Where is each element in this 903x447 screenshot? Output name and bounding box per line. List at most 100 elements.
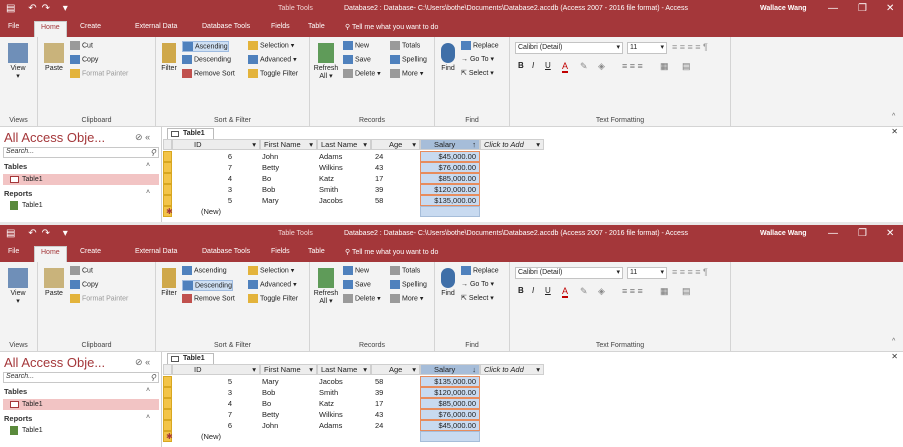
paste-button[interactable]: Paste (42, 43, 66, 72)
italic-button[interactable]: I (532, 286, 534, 295)
nav-search-input[interactable]: Search... ⚲ (3, 372, 159, 383)
underline-button[interactable]: U (545, 286, 551, 295)
cell-last[interactable]: Smith (319, 387, 371, 398)
list-buttons[interactable]: ≡ ≡ ≡ ≡ ¶ (672, 42, 708, 52)
find-button[interactable]: Find (438, 43, 458, 72)
cut-button[interactable]: Cut (70, 266, 93, 275)
record-selector[interactable] (163, 376, 172, 387)
bold-button[interactable]: B (518, 61, 524, 70)
advanced-button[interactable]: Advanced ▾ (248, 280, 297, 289)
remove-sort-button[interactable]: Remove Sort (182, 69, 235, 78)
cell-last[interactable]: Jacobs (319, 195, 371, 206)
cell-last[interactable]: Smith (319, 184, 371, 195)
alternate-row-color-icon[interactable]: ▤ (682, 286, 691, 297)
collapse-ribbon-icon[interactable]: ^ (892, 113, 895, 120)
cell-first[interactable]: Bob (262, 387, 317, 398)
user-name[interactable]: Wallace Wang (760, 5, 807, 12)
gridlines-icon[interactable]: ▦ (660, 286, 669, 297)
tab-database-tools[interactable]: Database Tools (202, 23, 250, 30)
delete-record-button[interactable]: Delete ▾ (343, 69, 381, 78)
cell-last[interactable]: Wilkins (319, 409, 371, 420)
cell-age[interactable]: 43 (375, 162, 424, 173)
cell-id[interactable]: 4 (172, 173, 232, 184)
collapse-ribbon-icon[interactable]: ^ (892, 338, 895, 345)
paste-button[interactable]: Paste (42, 268, 66, 297)
replace-button[interactable]: Replace (461, 266, 499, 275)
cell-salary[interactable]: $45,000.00 (420, 151, 480, 162)
cell-salary-new[interactable] (420, 431, 480, 442)
new-record-button[interactable]: New (343, 41, 369, 50)
restore-icon[interactable]: ❐ (858, 3, 867, 14)
cell-id[interactable]: 7 (172, 409, 232, 420)
totals-button[interactable]: Totals (390, 266, 420, 275)
select-button[interactable]: ⇱ Select ▾ (461, 69, 494, 77)
column-header-last-name[interactable]: Last Name ▾ (317, 364, 371, 375)
goto-button[interactable]: → Go To ▾ (461, 55, 494, 63)
tab-home[interactable]: Home (34, 21, 67, 37)
record-selector[interactable] (163, 409, 172, 420)
selection-button[interactable]: Selection ▾ (248, 266, 294, 275)
column-header-age[interactable]: Age ▾ (371, 139, 420, 150)
descending-button[interactable]: Descending (182, 280, 233, 291)
minimize-icon[interactable]: — (828, 228, 838, 239)
record-selector[interactable] (163, 162, 172, 173)
font-color-button[interactable]: A (562, 286, 569, 298)
close-document-icon[interactable]: ✕ (891, 127, 898, 136)
font-size-select[interactable]: 11 ▾ (627, 267, 667, 279)
tab-fields[interactable]: Fields (271, 248, 290, 255)
filter-button[interactable]: Filter (158, 268, 180, 297)
cell-salary[interactable]: $85,000.00 (420, 173, 480, 184)
spelling-button[interactable]: Spelling (390, 280, 427, 289)
fill-color-icon[interactable]: ◈ (598, 286, 605, 297)
cell-age[interactable]: 58 (375, 376, 424, 387)
cell-id[interactable]: 6 (172, 420, 232, 431)
cell-id[interactable]: 4 (172, 398, 232, 409)
tab-external-data[interactable]: External Data (135, 248, 177, 255)
cell-age[interactable]: 17 (375, 173, 424, 184)
column-header-salary[interactable]: Salary ↓ (420, 364, 480, 375)
fill-color-icon[interactable]: ◈ (598, 61, 605, 72)
cell-salary[interactable]: $120,000.00 (420, 387, 480, 398)
tab-file[interactable]: File (8, 248, 19, 255)
tab-external-data[interactable]: External Data (135, 23, 177, 30)
delete-record-button[interactable]: Delete ▾ (343, 294, 381, 303)
cell-first[interactable]: John (262, 420, 317, 431)
nav-item-report-table1[interactable]: Table1 (3, 425, 159, 436)
save-record-button[interactable]: Save (343, 280, 371, 289)
tell-me-box[interactable]: ⚲ Tell me what you want to do (345, 248, 438, 256)
new-record-label[interactable]: (New) (201, 431, 221, 442)
record-selector[interactable] (163, 387, 172, 398)
cell-age[interactable]: 17 (375, 398, 424, 409)
list-buttons[interactable]: ≡ ≡ ≡ ≡ ¶ (672, 267, 708, 277)
cell-salary[interactable]: $76,000.00 (420, 162, 480, 173)
tab-file[interactable]: File (8, 23, 19, 30)
chevron-down-circle-icon[interactable]: ⊘ (135, 357, 143, 367)
close-icon[interactable]: ✕ (886, 3, 894, 14)
nav-section-tables[interactable]: Tables (4, 387, 27, 396)
minimize-icon[interactable]: — (828, 3, 838, 14)
view-button[interactable]: View ▾ (4, 43, 32, 80)
document-tab-table1[interactable]: Table1 (167, 353, 214, 364)
copy-button[interactable]: Copy (70, 55, 98, 64)
tab-table[interactable]: Table (308, 23, 325, 30)
cell-salary[interactable]: $45,000.00 (420, 420, 480, 431)
column-header-id[interactable]: ID ▾ (172, 364, 260, 375)
user-name[interactable]: Wallace Wang (760, 230, 807, 237)
cell-id[interactable]: 5 (172, 376, 232, 387)
save-record-button[interactable]: Save (343, 55, 371, 64)
cell-salary[interactable]: $85,000.00 (420, 398, 480, 409)
ascending-button[interactable]: Ascending (182, 266, 227, 275)
cell-first[interactable]: Bo (262, 173, 317, 184)
record-selector[interactable] (163, 184, 172, 195)
filter-button[interactable]: Filter (158, 43, 180, 72)
close-icon[interactable]: ✕ (886, 228, 894, 239)
advanced-button[interactable]: Advanced ▾ (248, 55, 297, 64)
ascending-button[interactable]: Ascending (182, 41, 229, 52)
totals-button[interactable]: Totals (390, 41, 420, 50)
nav-item-table1[interactable]: Table1 (3, 399, 159, 410)
toggle-filter-button[interactable]: Toggle Filter (248, 294, 298, 303)
descending-button[interactable]: Descending (182, 55, 231, 64)
alternate-row-color-icon[interactable]: ▤ (682, 61, 691, 72)
more-button[interactable]: More ▾ (390, 69, 423, 78)
column-header-age[interactable]: Age ▾ (371, 364, 420, 375)
